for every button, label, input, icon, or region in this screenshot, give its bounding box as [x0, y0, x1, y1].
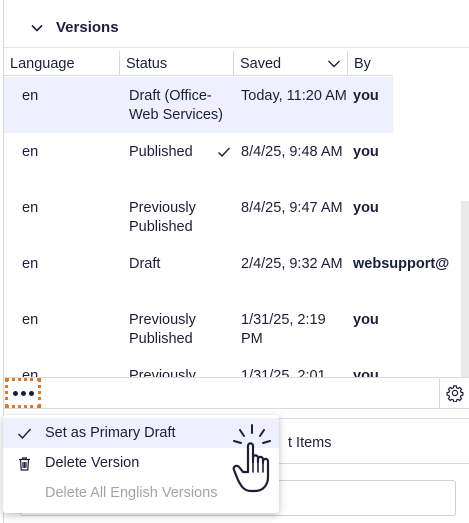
row-language: en	[22, 144, 39, 160]
row-saved: 2/4/25, 9:32 AM	[241, 256, 343, 272]
row-status: Previously Published	[129, 200, 196, 235]
menu-item-label: Delete All English Versions	[45, 485, 218, 501]
row-language: en	[22, 368, 39, 377]
gear-icon[interactable]	[446, 384, 464, 402]
table-header: Language Status Saved By	[4, 51, 393, 76]
table-row[interactable]: en Previously Published 8/4/25, 9:47 AM …	[4, 189, 469, 245]
row-language: en	[22, 88, 39, 104]
trash-icon	[19, 457, 30, 471]
column-header-saved[interactable]: Saved	[233, 51, 347, 76]
column-header-status[interactable]: Status	[119, 51, 233, 76]
check-icon	[218, 147, 231, 158]
check-icon	[18, 428, 32, 440]
section-title: Versions	[56, 19, 119, 36]
table-row[interactable]: en Published 8/4/25, 9:48 AM you	[4, 133, 469, 189]
row-by: you	[353, 312, 379, 328]
more-actions-button[interactable]	[5, 378, 41, 408]
menu-item-label: Delete Version	[45, 455, 140, 471]
column-header-saved-label: Saved	[240, 56, 282, 72]
toolbar-divider	[439, 378, 440, 408]
row-language: en	[22, 200, 39, 216]
versions-toolbar	[4, 377, 469, 409]
hand-pointer-cursor-icon	[232, 424, 271, 493]
ellipsis-dot	[20, 390, 26, 396]
row-status: Draft	[129, 256, 161, 272]
row-language: en	[22, 256, 39, 272]
row-by: websupport@	[353, 256, 450, 272]
sort-descending-icon	[328, 60, 340, 68]
row-saved: 8/4/25, 9:48 AM	[241, 144, 343, 160]
row-status: Previously Published	[129, 312, 196, 347]
row-by: you	[353, 368, 379, 377]
table-row[interactable]: en Draft (Office-Web Services) Today, 11…	[4, 77, 393, 133]
row-status: Previously	[129, 368, 196, 377]
row-saved: 1/31/25, 2:01	[241, 368, 326, 377]
row-by: you	[353, 144, 379, 160]
ellipsis-icon	[12, 390, 18, 396]
column-header-language[interactable]: Language	[4, 51, 119, 76]
versions-section-header[interactable]: Versions	[4, 8, 469, 48]
menu-item-label: Set as Primary Draft	[45, 425, 176, 441]
row-status: Draft (Office-Web Services)	[129, 88, 224, 123]
table-row[interactable]: en Previously Published 1/31/25, 2:19 PM…	[4, 301, 469, 357]
row-saved: Today, 11:20 AM	[241, 88, 347, 104]
table-row[interactable]: en Draft 2/4/25, 9:32 AM websupport@	[4, 245, 469, 301]
ellipsis-dot	[28, 390, 34, 396]
versions-table: Language Status Saved By en Draft (Offic…	[4, 51, 469, 377]
table-row[interactable]: en Previously 1/31/25, 2:01 you	[4, 357, 469, 377]
row-by: you	[353, 200, 379, 216]
row-language: en	[22, 312, 39, 328]
chevron-down-icon	[31, 24, 43, 32]
table-scrollbar[interactable]	[461, 201, 469, 377]
collapsed-section-label: t Items	[288, 435, 332, 451]
column-header-by[interactable]: By	[347, 51, 393, 76]
row-saved: 1/31/25, 2:19 PM	[241, 312, 326, 347]
row-saved: 8/4/25, 9:47 AM	[241, 200, 343, 216]
row-by: you	[353, 88, 379, 104]
